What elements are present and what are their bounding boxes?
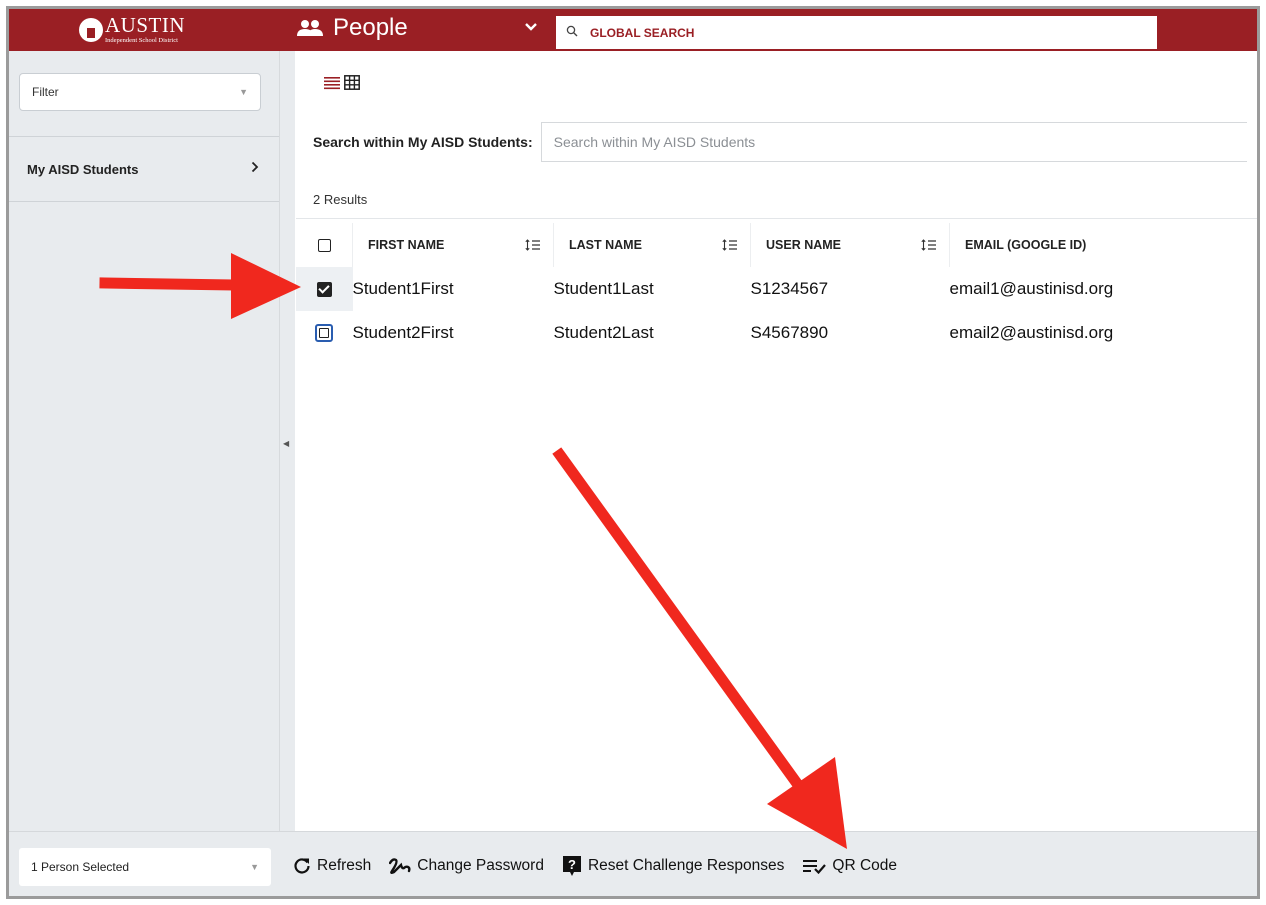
question-icon: ?: [562, 855, 582, 877]
selection-dropdown[interactable]: 1 Person Selected ▼: [19, 848, 271, 886]
sort-icon[interactable]: [722, 239, 738, 251]
cell-user-name: S1234567: [750, 279, 829, 298]
checklist-icon: [802, 858, 827, 874]
people-icon: [297, 19, 323, 37]
top-bar: AUSTIN Independent School District Peopl…: [9, 9, 1257, 51]
change-password-button[interactable]: Change Password: [389, 857, 544, 875]
collapse-left-icon[interactable]: ◀: [283, 439, 289, 448]
results-count: 2 Results: [313, 192, 368, 207]
chevron-down-icon[interactable]: [524, 19, 538, 37]
list-view-icon[interactable]: [324, 76, 340, 95]
module-selector[interactable]: People: [297, 13, 408, 43]
search-row: Search within My AISD Students:: [296, 121, 1257, 163]
signature-icon: [389, 857, 411, 875]
svg-text:?: ?: [568, 857, 576, 872]
global-search[interactable]: [556, 16, 1157, 49]
sort-icon[interactable]: [921, 239, 937, 251]
column-header-last-name[interactable]: LAST NAME: [553, 223, 751, 267]
reset-challenge-responses-button[interactable]: ? Reset Challenge Responses: [562, 855, 784, 877]
app-window: AUSTIN Independent School District Peopl…: [6, 6, 1260, 899]
main-content: Search within My AISD Students: 2 Result…: [296, 51, 1257, 831]
cell-email: email2@austinisd.org: [949, 323, 1114, 342]
sidebar-item-label: My AISD Students: [27, 161, 139, 177]
caret-down-icon: ▼: [250, 862, 259, 872]
district-logo[interactable]: AUSTIN Independent School District: [79, 13, 219, 47]
table-header-row: FIRST NAME LAST NAME USER NAME EMAIL (GO…: [296, 223, 1250, 267]
search-label: Search within My AISD Students:: [313, 134, 533, 150]
sidebar: Filter ▼ My AISD Students: [9, 51, 279, 831]
cell-last-name: Student2Last: [553, 323, 654, 342]
filter-placeholder: Filter: [32, 85, 59, 99]
selection-label: 1 Person Selected: [31, 860, 130, 874]
apple-logo-icon: [79, 18, 103, 42]
select-all-header: [296, 223, 353, 267]
search-students-input[interactable]: [540, 122, 1247, 162]
cell-first-name: Student2First: [352, 323, 454, 342]
action-buttons: Refresh Change Password ? Reset Challeng…: [293, 855, 915, 877]
logo-subtitle: Independent School District: [105, 37, 178, 45]
filter-dropdown[interactable]: Filter ▼: [19, 73, 261, 111]
refresh-icon: [293, 857, 311, 875]
logo-word: AUSTIN: [105, 13, 185, 38]
column-header-first-name[interactable]: FIRST NAME: [352, 223, 554, 267]
students-table: FIRST NAME LAST NAME USER NAME EMAIL (GO…: [296, 223, 1250, 355]
cell-user-name: S4567890: [750, 323, 829, 342]
search-icon: [566, 24, 578, 42]
refresh-button[interactable]: Refresh: [293, 857, 371, 875]
bottom-action-bar: 1 Person Selected ▼ Refresh Change Passw…: [9, 831, 1257, 896]
divider: [296, 218, 1257, 219]
view-toggle: [324, 75, 360, 95]
column-header-user-name[interactable]: USER NAME: [750, 223, 950, 267]
table-row[interactable]: Student2First Student2Last S4567890 emai…: [296, 311, 1250, 355]
module-title: People: [333, 14, 408, 41]
row-checkbox-checked[interactable]: [316, 281, 332, 297]
cell-last-name: Student1Last: [553, 279, 654, 298]
row-checkbox[interactable]: [315, 324, 334, 342]
sort-icon[interactable]: [525, 239, 541, 251]
table-row[interactable]: Student1First Student1Last S1234567 emai…: [296, 267, 1250, 311]
caret-down-icon: ▼: [239, 87, 248, 97]
chevron-right-icon: [251, 160, 259, 178]
cell-first-name: Student1First: [352, 279, 454, 298]
global-search-input[interactable]: [588, 24, 1112, 41]
qr-code-button[interactable]: QR Code: [802, 857, 897, 875]
select-all-checkbox[interactable]: [317, 238, 331, 252]
cell-email: email1@austinisd.org: [949, 279, 1114, 298]
column-header-email[interactable]: EMAIL (GOOGLE ID): [950, 223, 1251, 267]
grid-view-icon[interactable]: [344, 75, 360, 95]
sidebar-item-my-aisd-students[interactable]: My AISD Students: [9, 136, 279, 202]
